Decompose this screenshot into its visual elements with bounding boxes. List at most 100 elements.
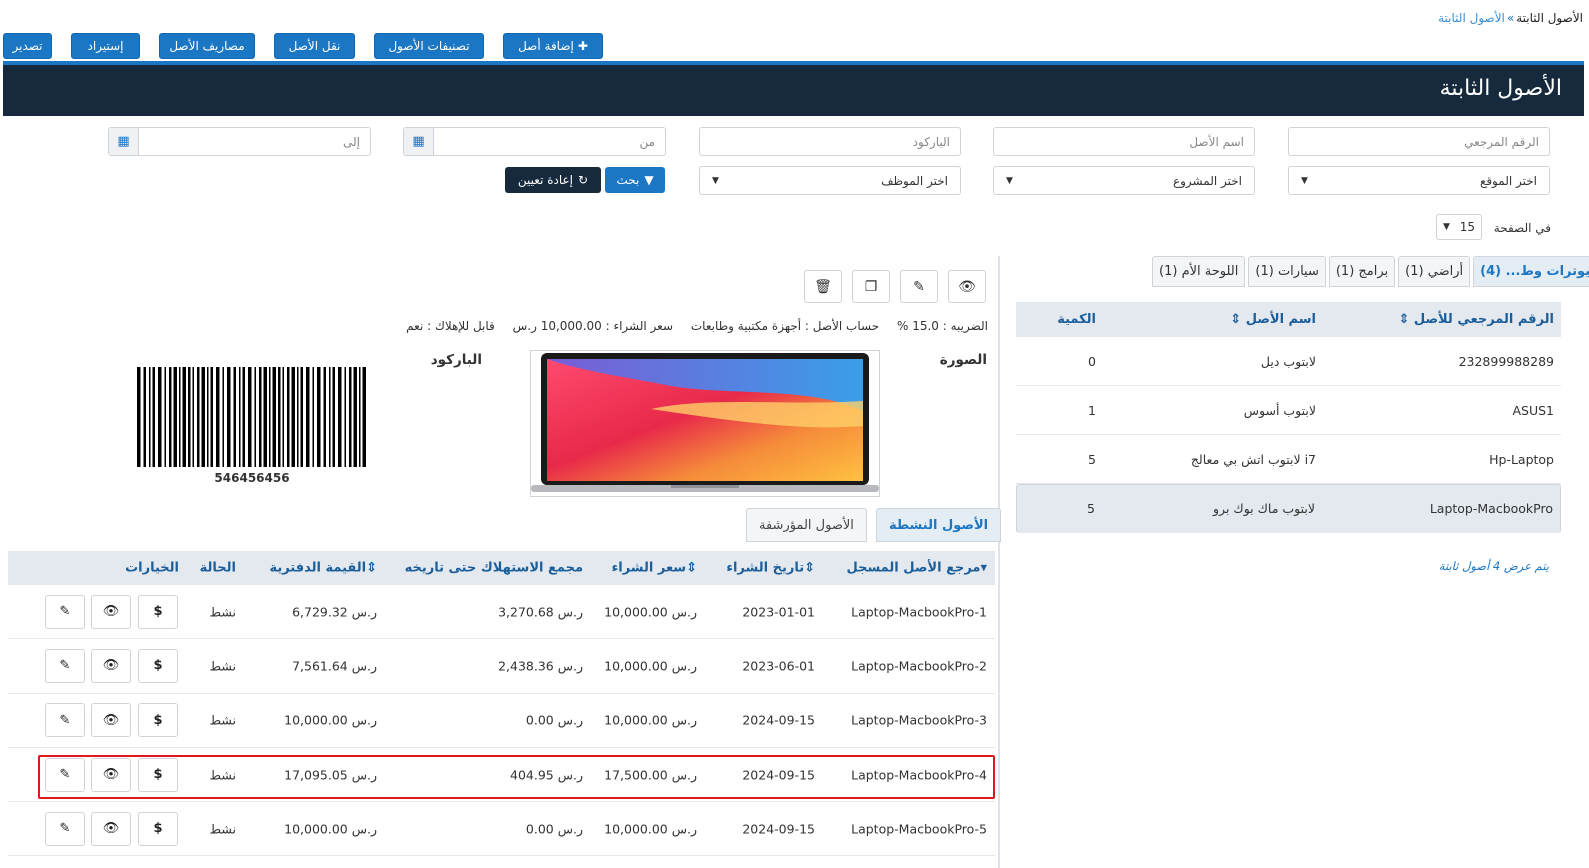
- page-title: الأصول الثابتة: [1439, 76, 1562, 101]
- barcode-bar: [197, 367, 200, 467]
- asset-list-row-selected[interactable]: Laptop-MacbookPro لابتوب ماك بوك برو 5: [1016, 484, 1561, 533]
- depreciation-button[interactable]: $: [138, 648, 178, 683]
- copy-button[interactable]: ❐: [852, 270, 890, 303]
- barcode-bar: [239, 367, 241, 467]
- dollar-icon: $: [153, 658, 163, 674]
- reset-button[interactable]: إعادة تعيين ↻: [505, 167, 601, 193]
- view-unit-button[interactable]: 👁: [91, 703, 131, 738]
- barcode-bar: [344, 367, 346, 467]
- header-options: الخيارات: [125, 560, 179, 576]
- barcode-bar: [297, 367, 299, 467]
- depreciation-button[interactable]: $: [138, 811, 178, 846]
- header-name-label: اسم الأصل: [1245, 312, 1316, 327]
- view-unit-button[interactable]: 👁: [91, 811, 131, 846]
- barcode-bar: [248, 367, 252, 467]
- project-select[interactable]: ▼ اختر المشروع: [993, 166, 1255, 195]
- depreciation-button[interactable]: $: [138, 594, 178, 629]
- price-info: سعر الشراء : 10,000.00 ر.س: [512, 319, 674, 333]
- view-button[interactable]: 👁: [948, 270, 986, 303]
- tab-computers[interactable]: كمبيوترات وط... (4): [1473, 256, 1589, 287]
- unit-date: 2024-09-15: [742, 821, 815, 837]
- breadcrumb: الأصول الثابتة»الأصول الثابتة: [1438, 11, 1583, 25]
- asset-name-input[interactable]: اسم الأصل: [993, 127, 1255, 156]
- date-from-field[interactable]: ▦ من: [403, 127, 666, 156]
- asset-name: لابتوب أسوس: [1243, 402, 1316, 418]
- unit-date: 2023-01-01: [742, 604, 815, 620]
- delete-button[interactable]: 🗑: [804, 270, 842, 303]
- asset-expenses-button[interactable]: مصاريف الأصل: [159, 33, 255, 59]
- date-to-placeholder: إلى: [343, 134, 360, 149]
- dollar-icon: $: [153, 712, 163, 728]
- barcode-bar: [222, 367, 224, 467]
- header-name[interactable]: ⇕ اسم الأصل: [1230, 312, 1316, 327]
- breadcrumb-link[interactable]: الأصول الثابتة: [1438, 11, 1505, 25]
- table-row: Laptop-MacbookPro-3 2024-09-15 10,000.00…: [8, 694, 995, 748]
- asset-list-row[interactable]: 232899988289 لابتوب ديل 0: [1016, 337, 1561, 386]
- unit-date: 2023-06-01: [742, 658, 815, 674]
- calendar-icon[interactable]: ▦: [109, 128, 139, 155]
- barcode-bar: [143, 367, 146, 467]
- tab-cars[interactable]: سيارات (1): [1248, 256, 1326, 287]
- export-button[interactable]: تصدير: [3, 33, 52, 59]
- tab-motherboard[interactable]: اللوحة الأم (1): [1152, 256, 1246, 287]
- edit-unit-button[interactable]: ✎: [45, 594, 85, 629]
- barcode-bar: [210, 367, 213, 467]
- edit-icon: ✎: [59, 712, 71, 728]
- asset-list-row[interactable]: Hp-Laptop لابتوب اتش بي معالج i7 5: [1016, 435, 1561, 484]
- barcode-bar: [227, 367, 231, 467]
- edit-unit-button[interactable]: ✎: [45, 648, 85, 683]
- barcode-label: الباركود: [430, 352, 482, 368]
- dollar-icon: $: [153, 821, 163, 837]
- view-unit-button[interactable]: 👁: [91, 648, 131, 683]
- transfer-asset-button[interactable]: نقل الأصل: [274, 33, 355, 59]
- barcode-bar: [287, 367, 290, 467]
- asset-categories-button[interactable]: تصنيفات الأصول: [374, 33, 484, 59]
- edit-icon: ✎: [59, 658, 71, 674]
- asset-list-row[interactable]: ASUS1 لابتوب أسوس 1: [1016, 386, 1561, 435]
- unit-status: نشط: [209, 658, 237, 674]
- unit-status: نشط: [209, 821, 237, 837]
- dollar-icon: $: [153, 604, 163, 620]
- location-select[interactable]: ▼ اختر الموقع: [1288, 166, 1550, 195]
- asset-info-line: الضريبه : 15.0 % حساب الأصل : أجهزة مكتب…: [392, 319, 988, 333]
- barcode-bar: [300, 367, 303, 467]
- barcode-bar: [233, 367, 236, 467]
- per-page-label: في الصفحة: [1493, 221, 1551, 235]
- edit-unit-button[interactable]: ✎: [45, 811, 85, 846]
- panel-divider: [998, 256, 1000, 868]
- barcode-input[interactable]: الباركود: [699, 127, 961, 156]
- barcode-bar: [169, 367, 172, 467]
- date-to-field[interactable]: ▦ إلى: [108, 127, 371, 156]
- reference-input[interactable]: الرقم المرجعي: [1288, 127, 1550, 156]
- barcode-bar: [317, 367, 321, 467]
- header-price[interactable]: ⇕سعر الشراء: [612, 561, 697, 576]
- tab-software[interactable]: برامج (1): [1328, 256, 1396, 287]
- barcode-bar: [179, 367, 181, 467]
- header-book-value[interactable]: ⇕القيمة الدفترية: [269, 561, 377, 576]
- import-button[interactable]: إستيراد: [71, 33, 140, 59]
- header-date[interactable]: ⇕تاريخ الشراء: [726, 561, 815, 576]
- search-button[interactable]: بحث ▼: [605, 167, 665, 193]
- barcode-bar: [173, 367, 177, 467]
- unit-ref: Laptop-MacbookPro-3: [851, 712, 987, 728]
- add-asset-label: إضافة أصل: [518, 39, 574, 53]
- depreciation-button[interactable]: $: [138, 703, 178, 738]
- view-unit-button[interactable]: 👁: [91, 594, 131, 629]
- tab-active-assets[interactable]: الأصول النشطة: [876, 508, 1002, 542]
- copy-icon: ❐: [864, 278, 878, 295]
- tab-lands[interactable]: أراضي (1): [1398, 256, 1471, 287]
- barcode-bar: [359, 367, 361, 467]
- asset-quantity: 5: [1088, 451, 1096, 467]
- barcode-bar: [332, 367, 335, 467]
- header-ref[interactable]: ▾مرجع الأصل المسجل: [846, 561, 987, 576]
- header-reference[interactable]: ⇕ الرقم المرجعي للأصل: [1398, 312, 1554, 327]
- edit-button[interactable]: ✎: [900, 270, 938, 303]
- barcode-bar: [312, 367, 314, 467]
- add-asset-button[interactable]: إضافة أصل ✚: [503, 33, 603, 59]
- tab-archived-assets[interactable]: الأصول المؤرشفة: [746, 508, 867, 542]
- import-label: إستيراد: [87, 39, 124, 53]
- edit-unit-button[interactable]: ✎: [45, 703, 85, 738]
- calendar-icon[interactable]: ▦: [404, 128, 434, 155]
- employee-select[interactable]: ▼ اختر الموظف: [699, 166, 961, 195]
- per-page-select[interactable]: ▼ 15: [1436, 214, 1482, 240]
